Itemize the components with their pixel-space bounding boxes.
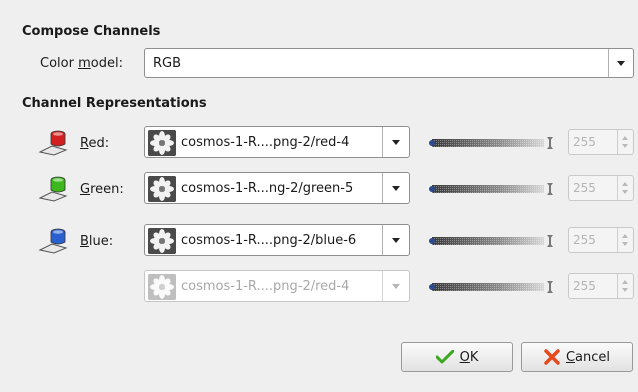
ok-label-rest: K <box>469 349 479 365</box>
channel-level-slider[interactable] <box>428 234 558 248</box>
chevron-down-icon <box>392 283 400 289</box>
chevron-down-icon <box>617 60 625 66</box>
channel-label-rest: lue: <box>88 234 114 249</box>
color-model-value: RGB <box>153 56 182 71</box>
ok-button[interactable]: OK <box>401 342 513 372</box>
cancel-button[interactable]: Cancel <box>521 342 633 372</box>
color-model-label-part: odel: <box>90 56 123 71</box>
channel-source-select[interactable]: cosmos-1-R...ng-2/green-5 <box>144 172 410 204</box>
increment-arrow-icon[interactable] <box>622 234 628 238</box>
color-model-label-part: Color <box>40 56 79 71</box>
channel-value-spinbox[interactable]: 255 <box>568 273 634 299</box>
channel-label-rest: reen: <box>90 182 124 197</box>
paint-bucket-icon <box>38 130 68 156</box>
channel-source-select: cosmos-1-R....png-2/red-4 <box>144 270 410 302</box>
channel-source-value: cosmos-1-R....png-2/red-4 <box>181 135 350 150</box>
image-thumbnail <box>148 228 176 254</box>
channel-representations-heading: Channel Representations <box>22 96 207 111</box>
increment-arrow-icon[interactable] <box>622 136 628 140</box>
channel-source-value: cosmos-1-R....png-2/blue-6 <box>181 233 357 248</box>
image-thumbnail <box>148 274 176 300</box>
decrement-arrow-icon[interactable] <box>622 144 628 148</box>
channel-value-spinbox[interactable]: 255 <box>568 175 634 201</box>
chevron-down-icon <box>392 237 400 243</box>
image-thumbnail <box>148 130 176 156</box>
channel-source-select[interactable]: cosmos-1-R....png-2/red-4 <box>144 126 410 158</box>
decrement-arrow-icon[interactable] <box>622 190 628 194</box>
channel-value: 255 <box>573 279 596 293</box>
color-model-label: Color model: <box>40 56 123 71</box>
color-model-select[interactable]: RGB <box>144 48 634 78</box>
ok-label: OK <box>460 350 479 365</box>
image-thumbnail <box>148 176 176 202</box>
channel-value: 255 <box>573 181 596 195</box>
channel-label-mnemonic: B <box>80 234 89 249</box>
channel-label: Red: <box>80 136 109 151</box>
color-model-label-mnemonic: m <box>78 56 91 71</box>
channel-source-value: cosmos-1-R....png-2/red-4 <box>181 279 350 294</box>
chevron-down-icon <box>392 139 400 145</box>
channel-value-spinbox[interactable]: 255 <box>568 129 634 155</box>
channel-label-rest: ed: <box>88 136 110 151</box>
channel-label: Green: <box>80 182 124 197</box>
decrement-arrow-icon[interactable] <box>622 288 628 292</box>
paint-bucket-icon <box>38 176 68 202</box>
ok-mnemonic: O <box>459 349 470 365</box>
channel-label-mnemonic: G <box>80 182 91 197</box>
cancel-mnemonic: C <box>565 349 576 365</box>
cancel-label-rest: ancel <box>575 349 611 365</box>
increment-arrow-icon[interactable] <box>622 182 628 186</box>
channel-level-slider[interactable] <box>428 280 558 294</box>
channel-label: Blue: <box>80 234 113 249</box>
channel-level-slider[interactable] <box>428 182 558 196</box>
paint-bucket-icon <box>38 228 68 254</box>
decrement-arrow-icon[interactable] <box>622 242 628 246</box>
checkmark-icon <box>435 350 454 364</box>
cancel-label: Cancel <box>566 350 610 365</box>
channel-value-spinbox[interactable]: 255 <box>568 227 634 253</box>
channel-level-slider[interactable] <box>428 136 558 150</box>
increment-arrow-icon[interactable] <box>622 280 628 284</box>
channel-source-value: cosmos-1-R...ng-2/green-5 <box>181 181 354 196</box>
channel-value: 255 <box>573 135 596 149</box>
chevron-down-icon <box>392 185 400 191</box>
channel-value: 255 <box>573 233 596 247</box>
cancel-x-icon <box>544 349 560 365</box>
channel-source-select[interactable]: cosmos-1-R....png-2/blue-6 <box>144 224 410 256</box>
compose-channels-heading: Compose Channels <box>22 24 161 39</box>
